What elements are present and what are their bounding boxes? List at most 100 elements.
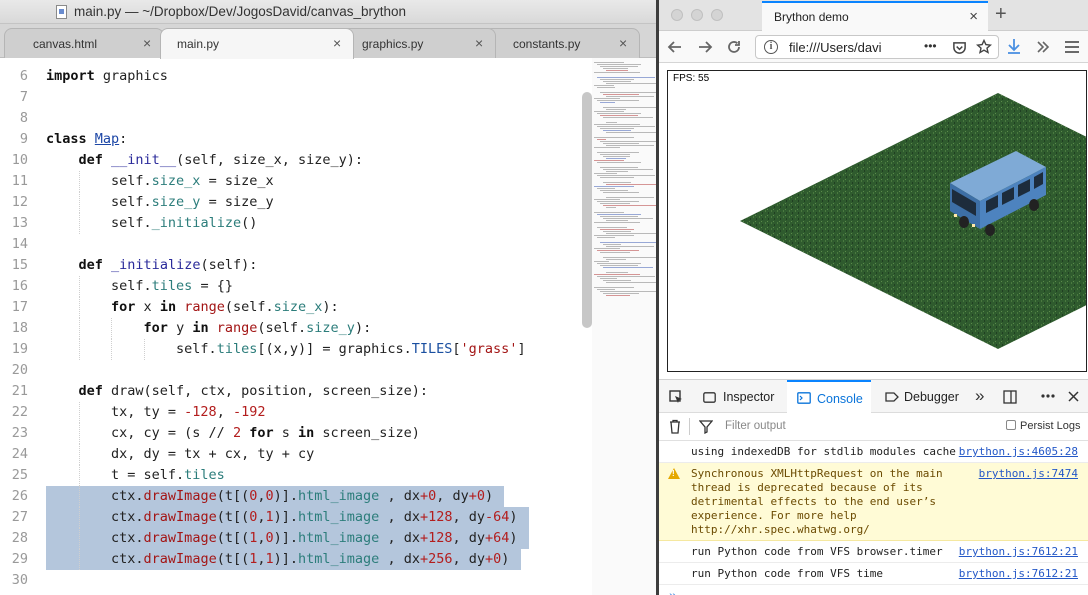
minimap-line xyxy=(597,126,655,127)
pocket-icon[interactable] xyxy=(952,40,967,55)
console-message-text: run Python code from VFS time xyxy=(691,567,884,580)
trash-icon[interactable] xyxy=(669,419,681,434)
console-icon xyxy=(797,392,811,404)
close-icon[interactable]: × xyxy=(969,8,978,25)
more-tools-icon[interactable]: » xyxy=(975,386,984,406)
console-input-prompt[interactable]: » xyxy=(669,587,677,595)
editor-scrollbar-thumb[interactable] xyxy=(582,92,592,328)
tab-constants-py[interactable]: constants.py × xyxy=(484,28,640,58)
code-line[interactable]: class Map: xyxy=(46,129,127,150)
line-number: 9 xyxy=(19,131,28,147)
code-line[interactable]: ctx.drawImage(t[(1,0)].html_image , dx+1… xyxy=(46,528,518,549)
code-line[interactable]: def _initialize(self): xyxy=(46,255,258,276)
minimap-line xyxy=(600,128,634,129)
minimap-line xyxy=(603,257,656,258)
line-number: 8 xyxy=(19,110,28,126)
window-close-button[interactable] xyxy=(671,9,683,21)
code-line[interactable]: self.tiles[(x,y)] = graphics.TILES['gras… xyxy=(46,339,526,360)
line-number: 7 xyxy=(19,89,28,105)
persist-logs-checkbox[interactable]: Persist Logs xyxy=(1006,420,1081,432)
code-line[interactable]: def __init__(self, size_x, size_y): xyxy=(46,150,364,171)
code-line[interactable]: ctx.drawImage(t[(0,1)].html_image , dx+1… xyxy=(46,507,518,528)
minimap-line xyxy=(603,218,653,219)
checkbox-box[interactable] xyxy=(1006,420,1016,430)
minimap-line xyxy=(594,137,634,138)
options-icon[interactable] xyxy=(1041,394,1055,398)
menu-icon[interactable] xyxy=(1064,40,1080,54)
minimap-line xyxy=(594,287,634,288)
indent-guide xyxy=(78,444,80,465)
tab-console[interactable]: Console xyxy=(787,380,871,413)
close-icon[interactable]: × xyxy=(475,35,483,51)
minimap-line xyxy=(603,244,621,245)
indent-guide xyxy=(78,549,80,570)
tab-label: Debugger xyxy=(904,390,959,404)
minimap-line xyxy=(594,62,624,63)
close-devtools-icon[interactable] xyxy=(1068,391,1079,402)
minimap-line xyxy=(606,145,654,146)
dock-side-icon[interactable] xyxy=(1003,390,1017,404)
minimap-line xyxy=(603,130,631,131)
browser-tab-brython-demo[interactable]: Brython demo × xyxy=(762,1,988,31)
editor-window-title: main.py — ~/Dropbox/Dev/JogosDavid/canva… xyxy=(74,4,407,19)
tab-canvas-html[interactable]: canvas.html × xyxy=(4,28,164,58)
code-line[interactable]: def draw(self, ctx, position, screen_siz… xyxy=(46,381,429,402)
download-icon[interactable] xyxy=(1006,38,1022,55)
tab-debugger[interactable]: Debugger xyxy=(877,380,969,413)
code-line[interactable]: cx, cy = (s // 2 for s in screen_size) xyxy=(46,423,420,444)
devtools-panel: Inspector Console Debugger » Filter outp… xyxy=(659,379,1088,595)
minimap-line xyxy=(597,188,615,189)
code-line[interactable]: self.tiles = {} xyxy=(46,276,233,297)
tab-graphics-py[interactable]: graphics.py × xyxy=(340,28,496,58)
close-icon[interactable]: × xyxy=(619,35,627,51)
console-source-link[interactable]: brython.js:7612:21 xyxy=(959,545,1078,558)
code-area[interactable]: import graphics class Map: def __init__(s… xyxy=(40,58,584,595)
url-bar[interactable]: i file:///Users/davi ••• xyxy=(755,35,999,59)
game-canvas[interactable]: FPS: 55 xyxy=(667,70,1087,372)
indent-guide xyxy=(143,339,145,360)
site-info-icon[interactable]: i xyxy=(764,40,778,54)
window-minimize-button[interactable] xyxy=(691,9,703,21)
minimap-line xyxy=(594,274,640,275)
line-number: 14 xyxy=(11,236,28,252)
code-line[interactable]: dx, dy = tx + cx, ty + cy xyxy=(46,444,314,465)
bookmark-star-icon[interactable] xyxy=(976,39,992,55)
minimap-line xyxy=(606,109,626,110)
code-minimap[interactable] xyxy=(592,58,656,595)
code-line[interactable]: ctx.drawImage(t[(1,1)].html_image , dx+2… xyxy=(46,549,509,570)
console-source-link[interactable]: brython.js:4605:28 xyxy=(959,445,1078,458)
minimap-line xyxy=(594,147,620,148)
code-line[interactable]: self.size_x = size_x xyxy=(46,171,274,192)
page-actions-icon[interactable]: ••• xyxy=(924,39,937,53)
code-line[interactable]: t = self.tiles xyxy=(46,465,225,486)
minimap-line xyxy=(600,102,615,103)
code-line[interactable]: for y in range(self.size_y): xyxy=(46,318,372,339)
code-line[interactable]: for x in range(self.size_x): xyxy=(46,297,339,318)
window-zoom-button[interactable] xyxy=(711,9,723,21)
back-icon[interactable] xyxy=(667,39,683,55)
console-source-link[interactable]: brython.js:7612:21 xyxy=(959,567,1078,580)
code-line[interactable]: ctx.drawImage(t[(0,0)].html_image , dx+0… xyxy=(46,486,493,507)
element-picker-icon[interactable] xyxy=(669,390,683,404)
close-icon[interactable]: × xyxy=(143,35,151,51)
minimap-line xyxy=(597,139,606,140)
tab-inspector[interactable]: Inspector xyxy=(695,380,781,413)
line-number: 21 xyxy=(11,383,28,399)
code-line[interactable]: import graphics xyxy=(46,66,168,87)
editor-tab-bar: canvas.html × constants.py × graphics.py… xyxy=(0,24,656,59)
line-number: 12 xyxy=(11,194,28,210)
console-source-link[interactable]: brython.js:7474 xyxy=(979,467,1078,480)
minimap-line xyxy=(597,77,655,78)
indent-guide xyxy=(78,192,80,213)
close-icon[interactable]: × xyxy=(333,35,341,51)
minimap-line xyxy=(606,158,626,159)
forward-icon[interactable] xyxy=(697,39,713,55)
tab-main-py[interactable]: main.py × xyxy=(160,28,354,59)
new-tab-button[interactable]: + xyxy=(995,3,1007,26)
overflow-chevron-icon[interactable] xyxy=(1036,40,1050,54)
minimap-line xyxy=(603,192,639,193)
minimap-line xyxy=(600,291,656,292)
filter-output-input[interactable]: Filter output xyxy=(725,420,786,432)
code-line[interactable]: self.size_y = size_y xyxy=(46,192,274,213)
reload-icon[interactable] xyxy=(726,39,742,55)
